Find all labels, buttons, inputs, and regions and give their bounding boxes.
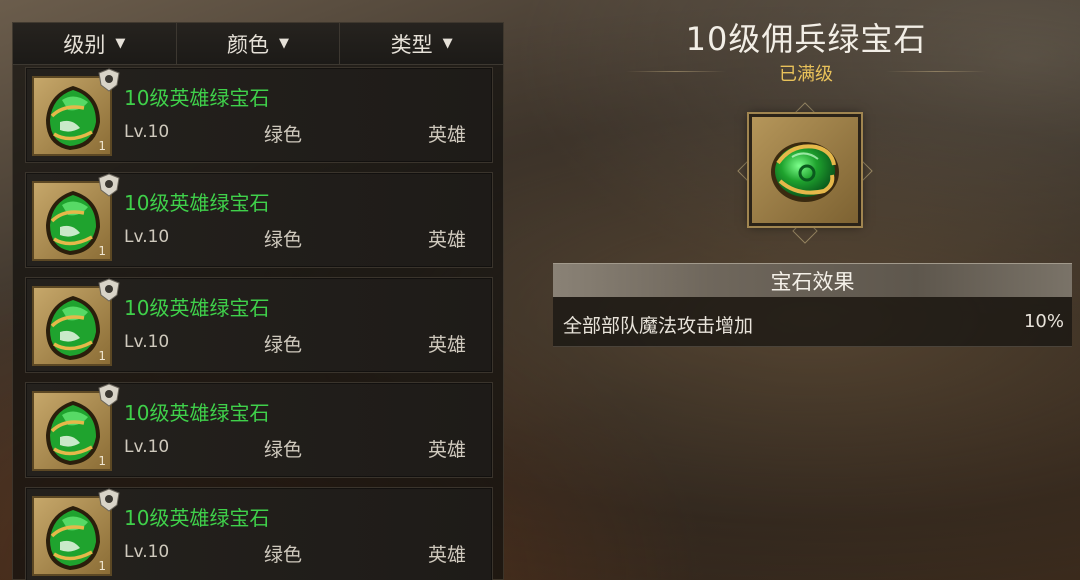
filter-type-dropdown[interactable]: 类型 ▼: [340, 23, 503, 64]
gem-list-item[interactable]: 1 10级英雄绿宝石 Lv.10 绿色 英雄: [25, 67, 493, 163]
gem-effect-header: 宝石效果: [553, 263, 1072, 297]
green-gem-icon: [46, 296, 100, 360]
gem-name: 10级英雄绿宝石: [124, 296, 270, 320]
green-gem-icon: [46, 506, 100, 570]
gem-level: Lv.10: [124, 332, 170, 352]
helmet-badge-icon: [98, 173, 120, 197]
gem-color: 绿色: [264, 544, 303, 566]
caret-down-icon: ▼: [115, 36, 126, 51]
gem-list-item[interactable]: 1 10级英雄绿宝石 Lv.10 绿色 英雄: [25, 382, 493, 478]
gem-count: 1: [98, 349, 106, 363]
gem-type: 英雄: [428, 544, 467, 566]
gem-name: 10级英雄绿宝石: [124, 506, 270, 530]
gem-type: 英雄: [428, 439, 467, 461]
gem-level: Lv.10: [124, 227, 170, 247]
gem-effect-row: 全部部队魔法攻击增加 10%: [553, 297, 1072, 347]
mage-badge-icon: [98, 278, 120, 302]
green-gem-icon: [46, 401, 100, 465]
filter-level-label: 级别: [63, 32, 106, 57]
gem-color: 绿色: [264, 439, 303, 461]
filter-color-label: 颜色: [227, 32, 269, 57]
gem-type: 英雄: [428, 334, 467, 356]
gem-count: 1: [98, 454, 106, 468]
effect-label: 全部部队魔法攻击增加: [563, 315, 754, 337]
gem-color: 绿色: [264, 334, 303, 356]
filter-color-dropdown[interactable]: 颜色 ▼: [177, 23, 341, 64]
gem-name: 10级英雄绿宝石: [124, 86, 270, 110]
gem-inventory-panel: 级别 ▼ 颜色 ▼ 类型 ▼ 1 10级英雄绿宝石 Lv.10 绿色 英雄 1 …: [12, 22, 504, 580]
title-divider-left: [626, 71, 726, 72]
gem-count: 1: [98, 244, 106, 258]
shield-badge-icon: [98, 68, 120, 92]
caret-down-icon: ▼: [442, 36, 453, 51]
green-gem-icon: [46, 191, 100, 255]
gem-list-item[interactable]: 1 10级英雄绿宝石 Lv.10 绿色 英雄: [25, 277, 493, 373]
green-gem-icon: [46, 86, 100, 150]
effect-value: 10%: [1023, 311, 1064, 332]
sword-badge-icon: [98, 383, 120, 407]
filter-bar: 级别 ▼ 颜色 ▼ 类型 ▼: [13, 23, 503, 65]
title-divider-right: [886, 71, 986, 72]
archer-badge-icon: [98, 488, 120, 512]
gem-level: Lv.10: [124, 542, 170, 562]
max-level-status: 已满级: [779, 64, 833, 85]
gem-list: 1 10级英雄绿宝石 Lv.10 绿色 英雄 1 10级英雄绿宝石 Lv.10 …: [25, 67, 493, 580]
gem-color: 绿色: [264, 124, 303, 146]
gem-detail-title: 10级佣兵绿宝石: [685, 20, 927, 58]
gem-color: 绿色: [264, 229, 303, 251]
gem-count: 1: [98, 559, 106, 573]
gem-name: 10级英雄绿宝石: [124, 191, 270, 215]
gem-level: Lv.10: [124, 122, 170, 142]
gem-type: 英雄: [428, 229, 467, 251]
green-gem-icon: [771, 142, 839, 202]
gem-preview-frame: [749, 114, 861, 226]
gem-level: Lv.10: [124, 437, 170, 457]
gem-count: 1: [98, 139, 106, 153]
gem-list-item[interactable]: 1 10级英雄绿宝石 Lv.10 绿色 英雄: [25, 172, 493, 268]
filter-type-label: 类型: [390, 32, 433, 57]
caret-down-icon: ▼: [279, 36, 289, 51]
gem-list-item[interactable]: 1 10级英雄绿宝石 Lv.10 绿色 英雄: [25, 487, 493, 580]
gem-name: 10级英雄绿宝石: [124, 401, 270, 425]
gem-type: 英雄: [428, 124, 467, 146]
filter-level-dropdown[interactable]: 级别 ▼: [13, 23, 177, 64]
